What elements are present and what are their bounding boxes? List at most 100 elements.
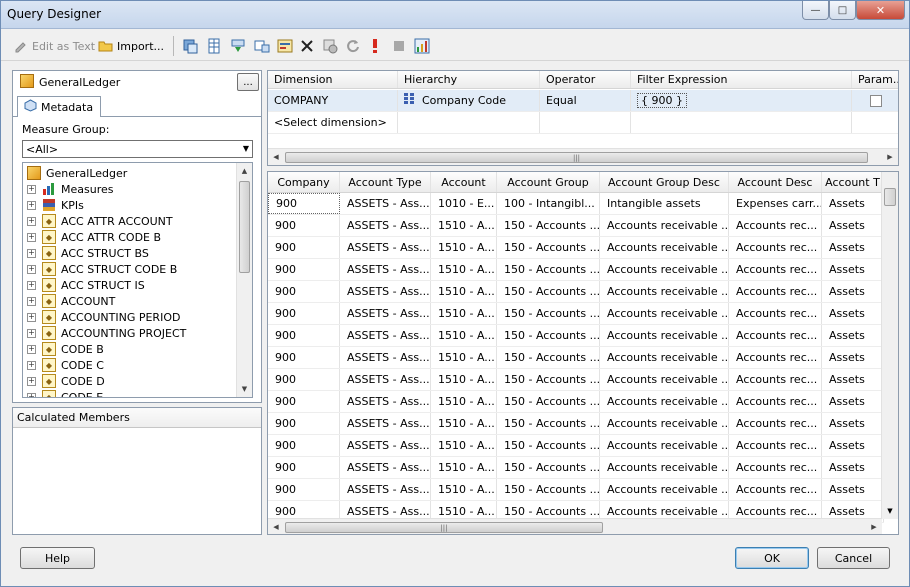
close-button[interactable]: ✕ <box>856 1 905 20</box>
table-row[interactable]: 900 ASSETS - Ass... 1510 - A... 150 - Accou… <box>268 259 884 281</box>
table-row[interactable]: 900 ASSETS - Ass... 1510 - A... 150 - Accou… <box>268 347 884 369</box>
table-row[interactable]: 900 ASSETS - Ass... 1510 - A... 150 - Accou… <box>268 457 884 479</box>
filter-col-hierarchy[interactable]: Hierarchy <box>398 71 540 88</box>
tree-item[interactable]: + ◆ ACCOUNTING PERIOD <box>27 309 180 325</box>
table-row[interactable]: 900 ASSETS - Ass... 1510 - A... 150 - Accou… <box>268 215 884 237</box>
browse-cube-button[interactable]: ... <box>237 73 259 91</box>
edit-as-text-button[interactable]: Edit as Text <box>13 36 95 56</box>
scroll-right-icon[interactable]: ▶ <box>866 519 882 534</box>
minimize-button[interactable]: — <box>802 1 829 20</box>
scroll-down-icon[interactable]: ▼ <box>237 381 252 397</box>
results-col-header[interactable]: Account Group Desc <box>600 172 729 192</box>
expand-icon[interactable]: + <box>27 360 36 370</box>
expand-icon[interactable]: + <box>27 296 36 306</box>
tree-scroll-thumb[interactable] <box>239 181 250 273</box>
expand-icon[interactable]: + <box>27 280 36 290</box>
ok-button[interactable]: OK <box>735 547 809 569</box>
table-row[interactable]: 900 ASSETS - Ass... 1510 - A... 150 - Accou… <box>268 281 884 303</box>
parameter-checkbox[interactable] <box>869 94 882 107</box>
auto-execute-button[interactable] <box>230 36 246 56</box>
show-aggregations-button[interactable] <box>254 36 270 56</box>
filter-row-new[interactable]: <Select dimension> <box>268 112 898 134</box>
select-dimension-cell[interactable]: <Select dimension> <box>268 112 398 133</box>
filter-col-parameter[interactable]: Param... <box>852 71 898 88</box>
table-row[interactable]: 900 ASSETS - Ass... 1510 - A... 150 - Accou… <box>268 325 884 347</box>
cancel-query-button[interactable] <box>391 36 407 56</box>
filter-row[interactable]: COMPANY Company Code Equal { 900 } <box>268 90 898 112</box>
table-row[interactable]: 900 ASSETS - Ass... 1510 - A... 150 - Accou… <box>268 413 884 435</box>
tree-item[interactable]: + ◆ ACCOUNT <box>27 293 115 309</box>
tree-item[interactable]: + ◆ ACC STRUCT CODE B <box>27 261 177 277</box>
design-mode-button[interactable] <box>414 36 430 56</box>
results-col-header[interactable]: Company <box>268 172 340 192</box>
expand-icon[interactable]: + <box>27 328 36 338</box>
tree-item[interactable]: + ◆ CODE C <box>27 357 104 373</box>
maximize-button[interactable]: □ <box>829 1 856 20</box>
filter-col-dimension[interactable]: Dimension <box>268 71 398 88</box>
tree-item[interactable]: + ◆ CODE D <box>27 373 105 389</box>
results-hscrollbar[interactable]: ◀ ||| ▶ <box>268 518 882 534</box>
expand-icon[interactable]: + <box>27 376 36 386</box>
expand-icon[interactable]: + <box>27 232 36 242</box>
expand-icon[interactable]: + <box>27 216 36 226</box>
scroll-down-icon[interactable]: ▼ <box>882 503 898 519</box>
table-row[interactable]: 900 ASSETS - Ass... 1510 - A... 150 - Accou… <box>268 391 884 413</box>
expand-icon[interactable]: + <box>27 248 36 258</box>
tab-metadata[interactable]: Metadata <box>17 96 101 117</box>
help-button[interactable]: Help <box>20 547 95 569</box>
expand-icon[interactable]: + <box>27 200 36 210</box>
tree-item[interactable]: + KPIs <box>27 197 84 213</box>
tree-item[interactable]: + ◆ ACC ATTR ACCOUNT <box>27 213 173 229</box>
results-scroll-thumb[interactable] <box>884 188 896 206</box>
results-hscroll-thumb[interactable]: ||| <box>285 522 603 533</box>
tree-scrollbar[interactable]: ▲ ▼ <box>236 163 252 397</box>
table-row[interactable]: 900 ASSETS - Ass... 1010 - E... 100 - Intan… <box>268 193 884 215</box>
table-row[interactable]: 900 ASSETS - Ass... 1510 - A... 150 - Accou… <box>268 237 884 259</box>
results-col-header[interactable]: Account <box>431 172 497 192</box>
prepare-query-button[interactable] <box>322 36 338 56</box>
results-col-header[interactable]: Account Desc <box>729 172 822 192</box>
scroll-left-icon[interactable]: ◀ <box>268 519 284 534</box>
expand-icon[interactable]: + <box>27 344 36 354</box>
import-button[interactable]: Import... <box>98 36 164 56</box>
results-vscrollbar[interactable]: ▼ <box>881 172 898 519</box>
expand-icon[interactable]: + <box>27 312 36 322</box>
tree-item[interactable]: + ◆ ACC ATTR CODE B <box>27 229 161 245</box>
measure-group-select[interactable]: <All> ▼ <box>22 140 253 158</box>
tree-item[interactable]: + Measures <box>27 181 113 197</box>
expand-icon[interactable]: + <box>27 392 36 397</box>
expand-icon[interactable]: + <box>27 264 36 274</box>
tree-item[interactable]: + ◆ ACCOUNTING PROJECT <box>27 325 186 341</box>
run-query-button[interactable] <box>367 36 383 56</box>
tree-item[interactable]: + ◆ ACC STRUCT BS <box>27 245 149 261</box>
table-row[interactable]: 900 ASSETS - Ass... 1510 - A... 150 - Accou… <box>268 435 884 457</box>
table-row[interactable]: 900 ASSETS - Ass... 1510 - A... 150 - Accou… <box>268 369 884 391</box>
scroll-left-icon[interactable]: ◀ <box>268 149 284 165</box>
results-col-header[interactable]: Account Type <box>340 172 431 192</box>
tree-item[interactable]: + ◆ ACC STRUCT IS <box>27 277 145 293</box>
filter-hierarchy[interactable]: Company Code <box>398 90 540 111</box>
query-parameters-button[interactable] <box>277 36 293 56</box>
filter-dimension[interactable]: COMPANY <box>268 90 398 111</box>
filter-grid-hscrollbar[interactable]: ◀ ||| ▶ <box>268 148 898 165</box>
table-row[interactable]: 900 ASSETS - Ass... 1510 - A... 150 - Accou… <box>268 303 884 325</box>
scroll-up-icon[interactable]: ▲ <box>237 163 252 179</box>
scroll-right-icon[interactable]: ▶ <box>882 149 898 165</box>
table-row[interactable]: 900 ASSETS - Ass... 1510 - A... 150 - Accou… <box>268 479 884 501</box>
filter-operator[interactable]: Equal <box>540 90 631 111</box>
cancel-button[interactable]: Cancel <box>817 547 890 569</box>
filter-expression[interactable]: { 900 } <box>631 90 852 111</box>
delete-button[interactable] <box>299 36 315 56</box>
filter-col-filter-expression[interactable]: Filter Expression <box>631 71 852 88</box>
filter-scroll-thumb[interactable]: ||| <box>285 152 868 163</box>
filter-col-operator[interactable]: Operator <box>540 71 631 88</box>
tree-item[interactable]: + ◆ CODE E <box>27 389 103 397</box>
results-col-header[interactable]: Account T <box>822 172 884 192</box>
refresh-button[interactable] <box>345 36 361 56</box>
results-col-header[interactable]: Account Group <box>497 172 600 192</box>
show-empty-cells-button[interactable] <box>206 36 222 56</box>
tree-item[interactable]: + ◆ CODE B <box>27 341 104 357</box>
add-calculated-member-button[interactable] <box>182 36 198 56</box>
expand-icon[interactable]: + <box>27 184 36 194</box>
tree-root[interactable]: GeneralLedger <box>27 165 127 181</box>
